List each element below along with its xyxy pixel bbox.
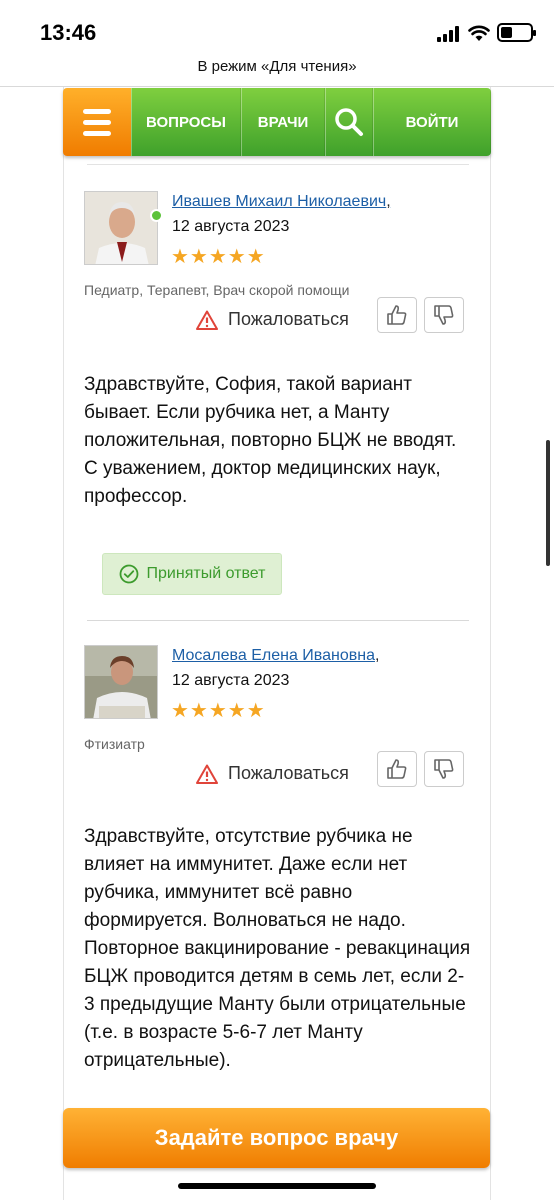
divider: [87, 620, 469, 621]
scrollbar[interactable]: [546, 440, 550, 566]
search-icon: [335, 108, 363, 136]
status-bar: 13:46: [0, 0, 554, 56]
divider: [87, 164, 469, 165]
thumbs-up-icon: [387, 759, 407, 779]
thumbs-down-icon: [434, 305, 454, 325]
doctor-photo: [85, 192, 157, 264]
battery-icon: [497, 23, 536, 42]
warning-icon: [196, 310, 218, 330]
answer-date: 12 августа 2023: [172, 218, 290, 235]
search-button[interactable]: [325, 88, 373, 156]
rating-stars: ★★★★★: [171, 246, 266, 268]
avatar[interactable]: [84, 191, 158, 265]
like-button[interactable]: [377, 297, 417, 333]
doctor-name-link[interactable]: Ивашев Михаил Николаевич: [172, 193, 386, 210]
thumbs-up-icon: [387, 305, 407, 325]
online-status-icon: [150, 209, 163, 222]
reader-mode-link[interactable]: В режим «Для чтения»: [0, 58, 554, 75]
complain-link[interactable]: Пожаловаться: [196, 763, 349, 784]
warning-icon: [196, 764, 218, 784]
ask-question-button[interactable]: Задайте вопрос врачу: [63, 1108, 490, 1168]
thumbs-down-icon: [434, 759, 454, 779]
menu-button[interactable]: [63, 88, 131, 156]
doctor-name-link[interactable]: Мосалева Елена Ивановна: [172, 647, 375, 664]
rating-stars: ★★★★★: [171, 700, 266, 722]
answer-text: Здравствуйте, София, такой вариант бывае…: [84, 374, 457, 507]
answer-card: Ивашев Михаил Николаевич, 12 августа 202…: [84, 191, 472, 601]
answer-date: 12 августа 2023: [172, 672, 290, 689]
complain-label: Пожаловаться: [228, 763, 349, 783]
nav-doctors[interactable]: ВРАЧИ: [241, 88, 325, 156]
avatar[interactable]: [84, 645, 158, 719]
hamburger-icon: [83, 108, 111, 114]
complain-label: Пожаловаться: [228, 309, 349, 329]
nav-login[interactable]: ВОЙТИ: [373, 88, 491, 156]
like-button[interactable]: [377, 751, 417, 787]
nav-questions[interactable]: ВОПРОСЫ: [131, 88, 241, 156]
doctor-photo: [85, 646, 157, 718]
accepted-answer-badge: Принятый ответ: [102, 553, 282, 595]
answer-text: Здравствуйте, отсутствие рубчика не влия…: [84, 826, 471, 1071]
home-indicator[interactable]: [178, 1183, 376, 1189]
status-time: 13:46: [40, 20, 97, 45]
doctor-specialty: Педиатр, Терапевт, Врач скорой помощи: [84, 282, 350, 298]
nav-bar: ВОПРОСЫ ВРАЧИ ВОЙТИ: [131, 88, 491, 156]
top-nav: ВОПРОСЫ ВРАЧИ ВОЙТИ: [63, 88, 491, 156]
dislike-button[interactable]: [424, 297, 464, 333]
wifi-icon: [468, 25, 490, 41]
doctor-specialty: Фтизиатр: [84, 736, 145, 752]
signal-icon: [437, 26, 459, 42]
dislike-button[interactable]: [424, 751, 464, 787]
accepted-label: Принятый ответ: [146, 565, 266, 582]
answer-card: Мосалева Елена Ивановна, 12 августа 2023…: [84, 645, 472, 1105]
check-circle-icon: [119, 564, 138, 584]
complain-link[interactable]: Пожаловаться: [196, 309, 349, 330]
